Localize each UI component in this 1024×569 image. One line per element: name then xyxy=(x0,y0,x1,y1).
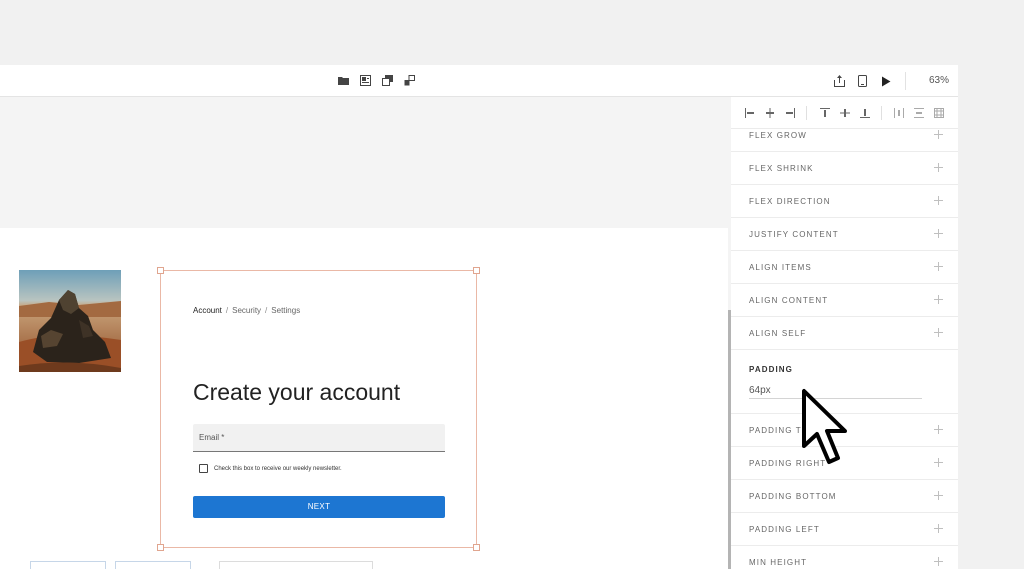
prop-row-flex-shrink[interactable]: FLEX SHRINK xyxy=(731,152,958,185)
padding-label: PADDING xyxy=(749,365,793,374)
padding-section: PADDING xyxy=(731,351,958,414)
breadcrumb-separator: / xyxy=(265,306,268,315)
prop-label: PADDING LEFT xyxy=(749,524,820,534)
prop-label: ALIGN CONTENT xyxy=(749,295,829,305)
breadcrumb-account[interactable]: Account xyxy=(193,306,222,315)
toolbar-divider xyxy=(905,72,906,90)
prop-row-justify-content[interactable]: JUSTIFY CONTENT xyxy=(731,218,958,251)
prop-row-padding-top[interactable]: PADDING TOP xyxy=(731,414,958,447)
plus-icon[interactable] xyxy=(934,229,943,238)
align-left-icon[interactable] xyxy=(743,106,757,120)
prop-label: FLEX SHRINK xyxy=(749,163,814,173)
top-toolbar: 63% xyxy=(0,65,958,97)
grid-icon[interactable] xyxy=(932,106,946,120)
align-bottom-icon[interactable] xyxy=(858,106,872,120)
prop-row-align-self[interactable]: ALIGN SELF xyxy=(731,317,958,350)
email-field[interactable]: Email * xyxy=(193,424,445,452)
prop-label: FLEX DIRECTION xyxy=(749,196,831,206)
resize-handle-bottom-right[interactable] xyxy=(473,544,480,551)
prop-label: JUSTIFY CONTENT xyxy=(749,229,839,239)
plus-icon[interactable] xyxy=(934,557,943,566)
plus-icon[interactable] xyxy=(934,262,943,271)
breadcrumb-separator: / xyxy=(225,306,229,315)
design-canvas[interactable]: Account / Security / Settings Create you… xyxy=(0,97,728,569)
next-button[interactable]: NEXT xyxy=(193,496,445,518)
resize-handle-bottom-left[interactable] xyxy=(157,544,164,551)
align-right-icon[interactable] xyxy=(783,106,797,120)
folder-icon[interactable] xyxy=(336,73,350,87)
prop-row-flex-direction[interactable]: FLEX DIRECTION xyxy=(731,185,958,218)
bottom-element-box[interactable] xyxy=(219,561,373,569)
plus-icon[interactable] xyxy=(934,458,943,467)
prop-row-min-height[interactable]: MIN HEIGHT xyxy=(731,546,958,569)
device-icon[interactable] xyxy=(855,73,870,89)
plus-icon[interactable] xyxy=(934,196,943,205)
newsletter-checkbox[interactable] xyxy=(199,464,208,473)
resize-handle-top-right[interactable] xyxy=(473,267,480,274)
prop-row-flex-grow[interactable]: FLEX GROW xyxy=(731,119,958,152)
distribute-vertical-icon[interactable] xyxy=(912,106,926,120)
prop-label: PADDING TOP xyxy=(749,425,816,435)
align-center-horizontal-icon[interactable] xyxy=(763,106,777,120)
plus-icon[interactable] xyxy=(934,328,943,337)
newsletter-label: Check this box to receive our weekly new… xyxy=(214,465,342,472)
toolbar-right-group: 63% xyxy=(832,72,960,90)
padding-input[interactable] xyxy=(749,382,922,399)
distribute-horizontal-icon[interactable] xyxy=(892,106,906,120)
bottom-element-chip[interactable] xyxy=(115,561,191,569)
prop-label: PADDING BOTTOM xyxy=(749,491,837,501)
play-icon[interactable] xyxy=(878,73,893,89)
plus-icon[interactable] xyxy=(934,295,943,304)
prop-row-padding-bottom[interactable]: PADDING BOTTOM xyxy=(731,480,958,513)
zoom-level[interactable]: 63% xyxy=(918,73,960,89)
properties-panel: FLEX GROW FLEX SHRINK FLEX DIRECTION JUS… xyxy=(731,97,958,569)
prop-row-align-content[interactable]: ALIGN CONTENT xyxy=(731,284,958,317)
components-icon[interactable] xyxy=(402,73,416,87)
alignment-divider xyxy=(881,106,882,120)
align-middle-icon[interactable] xyxy=(838,106,852,120)
signup-form-frame[interactable]: Account / Security / Settings Create you… xyxy=(157,267,480,551)
page-title: Create your account xyxy=(193,379,401,405)
align-top-icon[interactable] xyxy=(818,106,832,120)
share-icon[interactable] xyxy=(832,73,847,89)
toolbar-center-group xyxy=(336,73,416,87)
prop-label: ALIGN ITEMS xyxy=(749,262,812,272)
desert-rock-image[interactable] xyxy=(19,270,121,372)
breadcrumb-security[interactable]: Security xyxy=(232,306,261,315)
breadcrumb: Account / Security / Settings xyxy=(193,306,300,315)
bottom-element-chip[interactable] xyxy=(30,561,106,569)
plus-icon[interactable] xyxy=(934,524,943,533)
newsletter-row: Check this box to receive our weekly new… xyxy=(199,464,342,473)
breadcrumb-settings[interactable]: Settings xyxy=(271,306,300,315)
prop-label: FLEX GROW xyxy=(749,130,807,140)
layout-icon[interactable] xyxy=(358,73,372,87)
layers-icon[interactable] xyxy=(380,73,394,87)
app-window: 63% Account / Security / Settings Create… xyxy=(0,65,958,569)
prop-label: ALIGN SELF xyxy=(749,328,807,338)
prop-row-align-items[interactable]: ALIGN ITEMS xyxy=(731,251,958,284)
email-field-label: Email * xyxy=(199,433,225,442)
prop-row-padding-right[interactable]: PADDING RIGHT xyxy=(731,447,958,480)
plus-icon[interactable] xyxy=(934,425,943,434)
resize-handle-top-left[interactable] xyxy=(157,267,164,274)
alignment-divider xyxy=(806,106,807,120)
canvas-header-area xyxy=(0,97,728,228)
prop-row-padding-left[interactable]: PADDING LEFT xyxy=(731,513,958,546)
prop-label: PADDING RIGHT xyxy=(749,458,827,468)
plus-icon[interactable] xyxy=(934,491,943,500)
plus-icon[interactable] xyxy=(934,130,943,139)
prop-label: MIN HEIGHT xyxy=(749,557,808,567)
plus-icon[interactable] xyxy=(934,163,943,172)
